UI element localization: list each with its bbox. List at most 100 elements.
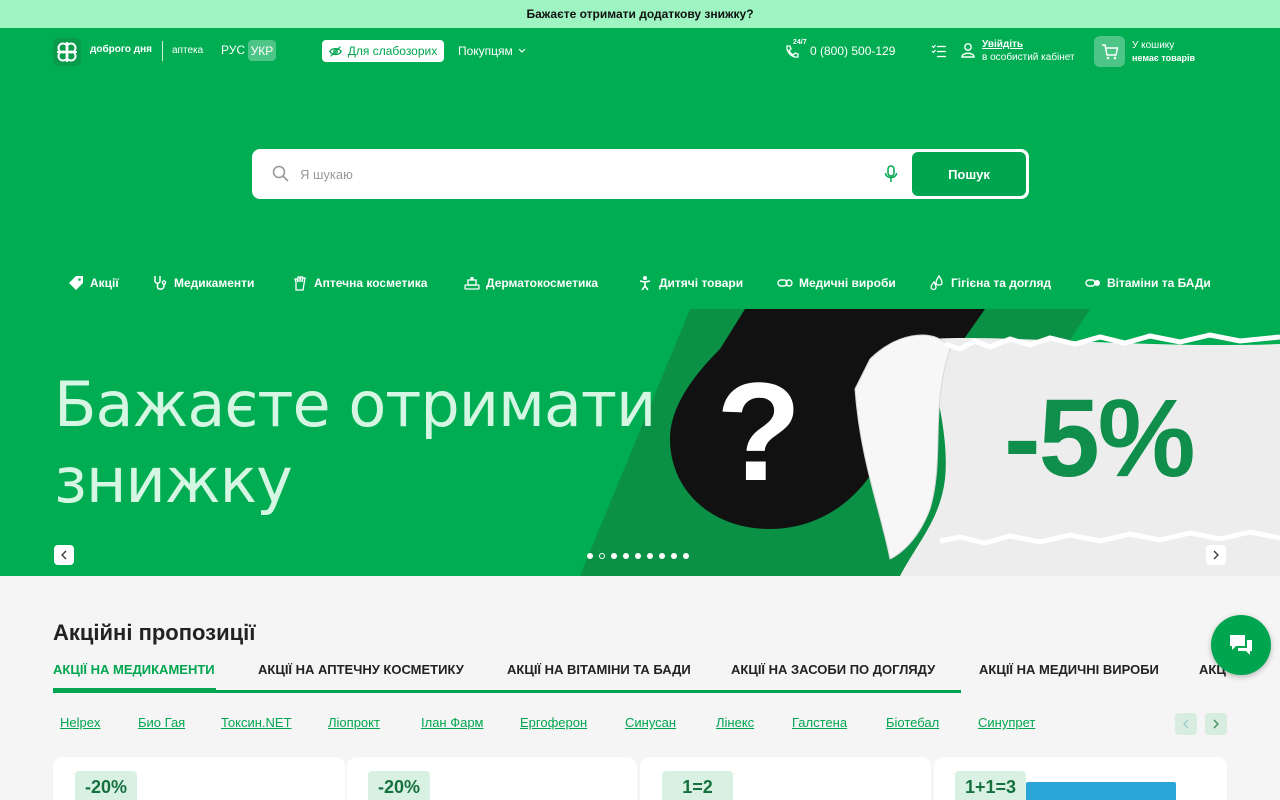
category-hygiene[interactable]: Гігієна та догляд — [929, 272, 1051, 294]
lang-rus-link[interactable]: РУС — [221, 43, 245, 57]
category-label: Медичні вироби — [799, 276, 896, 290]
checklist-icon[interactable] — [931, 43, 947, 59]
brand-link[interactable]: Синусан — [625, 715, 676, 730]
low-vision-button[interactable]: Для слабозорих — [322, 40, 444, 62]
brand-link[interactable]: Ергоферон — [520, 715, 587, 730]
capsule-icon — [1085, 279, 1100, 287]
banner-question-mark: ? — [716, 353, 802, 510]
category-label: Гігієна та догляд — [951, 276, 1052, 290]
tab-vitamins[interactable]: АКЦІЇ НА ВІТАМІНИ ТА БАДИ — [507, 662, 691, 677]
login-link-text[interactable]: Увійдіть — [982, 38, 1075, 51]
carousel-dot[interactable] — [587, 553, 593, 559]
stethoscope-icon — [154, 276, 167, 290]
derma-icon — [464, 277, 480, 290]
logo-subtitle: аптека — [172, 45, 204, 56]
product-card[interactable]: -20% — [53, 757, 345, 800]
hotline-phone[interactable]: 24/7 0 (800) 500-129 — [784, 39, 896, 60]
low-vision-label: Для слабозорих — [347, 44, 438, 58]
carousel-dot[interactable] — [671, 553, 677, 559]
top-navbar: доброго дня аптека РУС УКР Для слабозори… — [0, 28, 1280, 76]
product-image — [1026, 782, 1176, 800]
tab-medicines[interactable]: АКЦІЇ НА МЕДИКАМЕНТИ — [53, 662, 215, 677]
promo-strip[interactable]: Бажаєте отримати додаткову знижку? — [0, 0, 1280, 28]
search-icon — [272, 165, 289, 182]
discount-badge: 1=2 — [662, 771, 733, 800]
discount-badge: -20% — [75, 771, 138, 800]
search-bar: Пошук — [252, 149, 1029, 199]
eye-off-icon — [328, 45, 342, 57]
category-label: Вітаміни та БАДи — [1107, 276, 1211, 290]
brands-prev-button[interactable] — [1175, 713, 1197, 735]
cart-button[interactable]: У кошику немає товарів — [1094, 36, 1195, 67]
brand-link[interactable]: Ілан Фарм — [421, 715, 484, 730]
hero-section: доброго дня аптека РУС УКР Для слабозори… — [0, 28, 1280, 576]
carousel-dots — [587, 553, 689, 559]
cart-icon — [1094, 36, 1125, 67]
carousel-dot[interactable] — [647, 553, 653, 559]
chevron-right-icon — [1213, 550, 1219, 560]
carousel-dot[interactable] — [659, 553, 665, 559]
phone-badge: 24/7 — [793, 39, 807, 46]
category-promotions[interactable]: Акції — [68, 272, 119, 294]
tab-care[interactable]: АКЦІЇ НА ЗАСОБИ ПО ДОГЛЯДУ — [731, 662, 935, 677]
brand-link[interactable]: Біотебал — [886, 715, 939, 730]
category-vitamins[interactable]: Вітаміни та БАДи — [1085, 272, 1211, 294]
category-label: Дитячі товари — [659, 276, 744, 290]
category-label: Дерматокосметика — [486, 276, 599, 290]
logo-icon[interactable] — [53, 38, 81, 66]
carousel-dot[interactable] — [611, 553, 617, 559]
login-link[interactable]: Увійдіть в особистий кабінет — [960, 38, 1075, 64]
chat-icon — [1230, 635, 1252, 655]
brand-link[interactable]: Галстена — [792, 715, 847, 730]
promo-strip-text[interactable]: Бажаєте отримати додаткову знижку? — [526, 7, 753, 21]
brand-link[interactable]: Лінекс — [716, 715, 754, 730]
user-icon — [961, 43, 975, 58]
category-medicines[interactable]: Медикаменти — [152, 272, 254, 294]
brand-link[interactable]: Синупрет — [978, 715, 1035, 730]
chevron-left-icon — [61, 550, 67, 560]
carousel-dot[interactable] — [623, 553, 629, 559]
microphone-icon[interactable] — [884, 165, 898, 183]
product-card[interactable]: 1+1=3 — [934, 757, 1227, 800]
search-button[interactable]: Пошук — [912, 152, 1026, 196]
category-label: Медикаменти — [174, 276, 255, 290]
banner-discount: -5% — [1004, 377, 1196, 500]
promo-banner-carousel[interactable]: Бажаєте отримати знижку ? -5% — [0, 309, 1280, 576]
carousel-dot[interactable] — [599, 553, 605, 559]
carousel-next-button[interactable] — [1206, 545, 1226, 565]
carousel-dot[interactable] — [683, 553, 689, 559]
logo-text[interactable]: доброго дня — [90, 44, 152, 55]
tag-icon — [69, 276, 83, 290]
discount-badge: 1+1=3 — [955, 771, 1027, 800]
tab-cosmetics[interactable]: АКЦІЇ НА АПТЕЧНУ КОСМЕТИКУ — [258, 662, 464, 677]
brand-link[interactable]: Био Гая — [138, 715, 185, 730]
brand-link[interactable]: Токсин.NET — [221, 715, 292, 730]
login-subtext: в особистий кабінет — [982, 52, 1075, 63]
lang-ukr-active[interactable]: УКР — [248, 40, 276, 61]
drops-icon — [930, 275, 943, 291]
banner-title: Бажаєте отримати знижку — [54, 367, 656, 519]
category-kids[interactable]: Дитячі товари — [637, 272, 743, 294]
carousel-prev-button[interactable] — [54, 545, 74, 565]
category-medical-products[interactable]: Медичні вироби — [777, 272, 896, 294]
offers-tabs: АКЦІЇ НА МЕДИКАМЕНТИ АКЦІЇ НА АПТЕЧНУ КО… — [0, 660, 1280, 694]
category-menu: Акції Медикаменти Аптечна косметика Дерм… — [0, 272, 1280, 294]
product-card[interactable]: 1=2 — [640, 757, 931, 800]
brand-link[interactable]: Ліопрокт — [328, 715, 380, 730]
search-input[interactable] — [300, 161, 860, 187]
offers-title: Акційні пропозиції — [53, 620, 256, 645]
carousel-dot[interactable] — [635, 553, 641, 559]
category-pharmacy-cosmetics[interactable]: Аптечна косметика — [292, 272, 427, 294]
active-tab-indicator — [53, 688, 216, 693]
chat-button[interactable] — [1211, 615, 1271, 675]
category-dermacosmetics[interactable]: Дерматокосметика — [464, 272, 598, 294]
phone-number: 0 (800) 500-129 — [810, 44, 896, 58]
buyers-menu-label: Покупцям — [458, 44, 513, 58]
product-card[interactable]: -20% — [347, 757, 637, 800]
buyers-menu[interactable]: Покупцям — [458, 44, 526, 58]
chevron-down-icon — [518, 48, 526, 53]
tab-medical-products[interactable]: АКЦІЇ НА МЕДИЧНІ ВИРОБИ — [979, 662, 1159, 677]
logo-divider — [162, 41, 163, 61]
brands-next-button[interactable] — [1205, 713, 1227, 735]
brand-link[interactable]: Helpex — [60, 715, 100, 730]
